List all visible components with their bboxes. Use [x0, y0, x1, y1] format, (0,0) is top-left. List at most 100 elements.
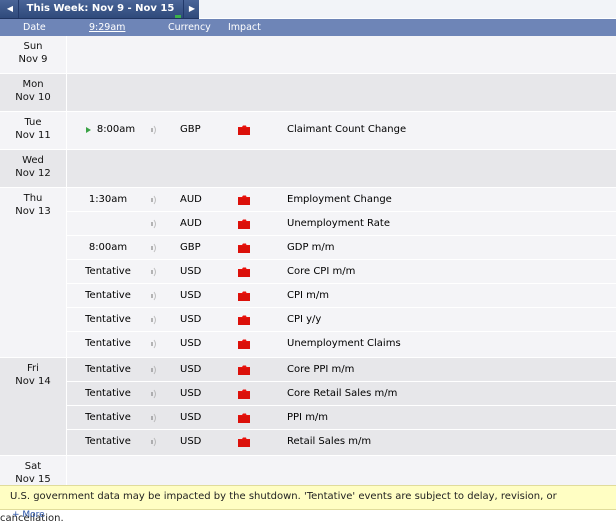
sound-icon[interactable]	[151, 315, 157, 325]
high-impact-folder-icon[interactable]	[238, 339, 250, 349]
day-weekday: Mon	[22, 79, 44, 90]
high-impact-folder-icon[interactable]	[238, 219, 250, 229]
event-title[interactable]: Core Retail Sales m/m	[287, 382, 397, 406]
event-row[interactable]: Tentative USD CPI m/m	[67, 284, 616, 308]
chevron-left-icon[interactable]: ◀	[2, 0, 19, 18]
event-currency: USD	[180, 412, 202, 423]
high-impact-folder-icon[interactable]	[238, 389, 250, 399]
day-row: Wed Nov 12	[0, 149, 616, 191]
chevron-right-icon[interactable]: ▶	[183, 0, 200, 18]
event-title[interactable]: GDP m/m	[287, 236, 335, 260]
sound-icon[interactable]	[151, 291, 157, 301]
table-header: Date 9:29am Currency Impact	[0, 19, 616, 36]
high-impact-folder-icon[interactable]	[238, 365, 250, 375]
shutdown-notice: U.S. government data may be impacted by …	[0, 485, 616, 524]
event-row[interactable]: 1:30am AUD Employment Change	[67, 188, 616, 212]
day-cell: Thu Nov 13	[0, 188, 67, 361]
event-row[interactable]: 8:00am GBP Claimant Count Change	[67, 118, 616, 142]
day-date: Nov 10	[15, 92, 51, 103]
event-title[interactable]: CPI y/y	[287, 308, 321, 332]
event-time: Tentative	[85, 290, 131, 301]
high-impact-folder-icon[interactable]	[238, 315, 250, 325]
week-navigator: ◀ This Week: Nov 9 - Nov 15 ▶	[0, 0, 199, 19]
header-time[interactable]: 9:29am	[89, 19, 125, 36]
event-time: Tentative	[85, 412, 131, 423]
day-cell: Sun Nov 9	[0, 36, 67, 77]
event-row[interactable]: Tentative USD Core CPI m/m	[67, 260, 616, 284]
day-row: Thu Nov 13 1:30am AUD Employment Change AUD Un…	[0, 187, 616, 361]
high-impact-folder-icon[interactable]	[238, 243, 250, 253]
sound-icon[interactable]	[151, 437, 157, 447]
sound-icon[interactable]	[151, 243, 157, 253]
day-date: Nov 9	[18, 54, 48, 65]
high-impact-folder-icon[interactable]	[238, 291, 250, 301]
high-impact-folder-icon[interactable]	[238, 195, 250, 205]
day-row: Fri Nov 14 Tentative USD Core PPI m/m Tentati…	[0, 357, 616, 459]
day-date: Nov 11	[15, 130, 51, 141]
day-row: Sun Nov 9	[0, 36, 616, 77]
day-cell: Fri Nov 14	[0, 358, 67, 459]
sound-icon[interactable]	[151, 389, 157, 399]
day-row: Mon Nov 10	[0, 73, 616, 115]
event-time: Tentative	[85, 364, 131, 375]
header-currency: Currency	[168, 22, 211, 33]
day-weekday: Wed	[22, 155, 44, 166]
day-weekday: Fri	[27, 363, 39, 374]
event-title[interactable]: Unemployment Claims	[287, 332, 401, 356]
event-currency: USD	[180, 290, 202, 301]
event-title[interactable]: Employment Change	[287, 188, 392, 212]
sound-icon[interactable]	[151, 267, 157, 277]
week-title-text: This Week: Nov 9 - Nov 15	[26, 3, 175, 14]
high-impact-folder-icon[interactable]	[238, 437, 250, 447]
event-title[interactable]: PPI m/m	[287, 406, 328, 430]
day-cell: Wed Nov 12	[0, 150, 67, 191]
event-row[interactable]: Tentative USD PPI m/m	[67, 406, 616, 430]
event-row[interactable]: Tentative USD Unemployment Claims	[67, 332, 616, 356]
day-date: Nov 13	[15, 206, 51, 217]
event-currency: GBP	[180, 124, 201, 135]
event-time: 1:30am	[88, 194, 128, 205]
top-bar: ◀ This Week: Nov 9 - Nov 15 ▶	[0, 0, 616, 19]
event-title[interactable]: Core CPI m/m	[287, 260, 355, 284]
event-time: Tentative	[85, 388, 131, 399]
sound-icon[interactable]	[151, 365, 157, 375]
event-currency: USD	[180, 338, 202, 349]
event-row[interactable]: Tentative USD Retail Sales m/m	[67, 430, 616, 454]
header-date: Date	[23, 22, 46, 33]
sound-icon[interactable]	[151, 413, 157, 423]
day-cell: Mon Nov 10	[0, 74, 67, 115]
event-currency: AUD	[180, 194, 202, 205]
sound-icon[interactable]	[151, 195, 157, 205]
event-time: 8:00am	[96, 124, 136, 135]
event-time: Tentative	[85, 436, 131, 447]
event-row[interactable]: Tentative USD Core Retail Sales m/m	[67, 382, 616, 406]
more-link[interactable]: + More	[12, 510, 45, 520]
sound-icon[interactable]	[151, 125, 157, 135]
high-impact-folder-icon[interactable]	[238, 267, 250, 277]
event-currency: USD	[180, 266, 202, 277]
event-row[interactable]: 8:00am GBP GDP m/m	[67, 236, 616, 260]
event-row[interactable]: Tentative USD CPI y/y	[67, 308, 616, 332]
event-row[interactable]: AUD Unemployment Rate	[67, 212, 616, 236]
event-time: 8:00am	[88, 242, 128, 253]
event-title[interactable]: Core PPI m/m	[287, 358, 354, 382]
event-row[interactable]: Tentative USD Core PPI m/m	[67, 358, 616, 382]
sound-icon[interactable]	[151, 219, 157, 229]
event-time: Tentative	[85, 314, 131, 325]
event-title[interactable]: Claimant Count Change	[287, 118, 406, 142]
day-weekday: Sun	[23, 41, 43, 52]
header-impact: Impact	[228, 22, 261, 33]
day-row: Tue Nov 11 8:00am GBP Claimant Count Change	[0, 111, 616, 153]
event-time: Tentative	[85, 266, 131, 277]
sound-icon[interactable]	[151, 339, 157, 349]
event-title[interactable]: CPI m/m	[287, 284, 329, 308]
day-weekday: Thu	[23, 193, 43, 204]
high-impact-folder-icon[interactable]	[238, 413, 250, 423]
event-time: Tentative	[85, 338, 131, 349]
event-currency: AUD	[180, 218, 202, 229]
week-title[interactable]: This Week: Nov 9 - Nov 15	[18, 0, 183, 18]
event-title[interactable]: Unemployment Rate	[287, 212, 390, 236]
event-title[interactable]: Retail Sales m/m	[287, 430, 371, 454]
day-cell: Tue Nov 11	[0, 112, 67, 153]
high-impact-folder-icon[interactable]	[238, 125, 250, 135]
